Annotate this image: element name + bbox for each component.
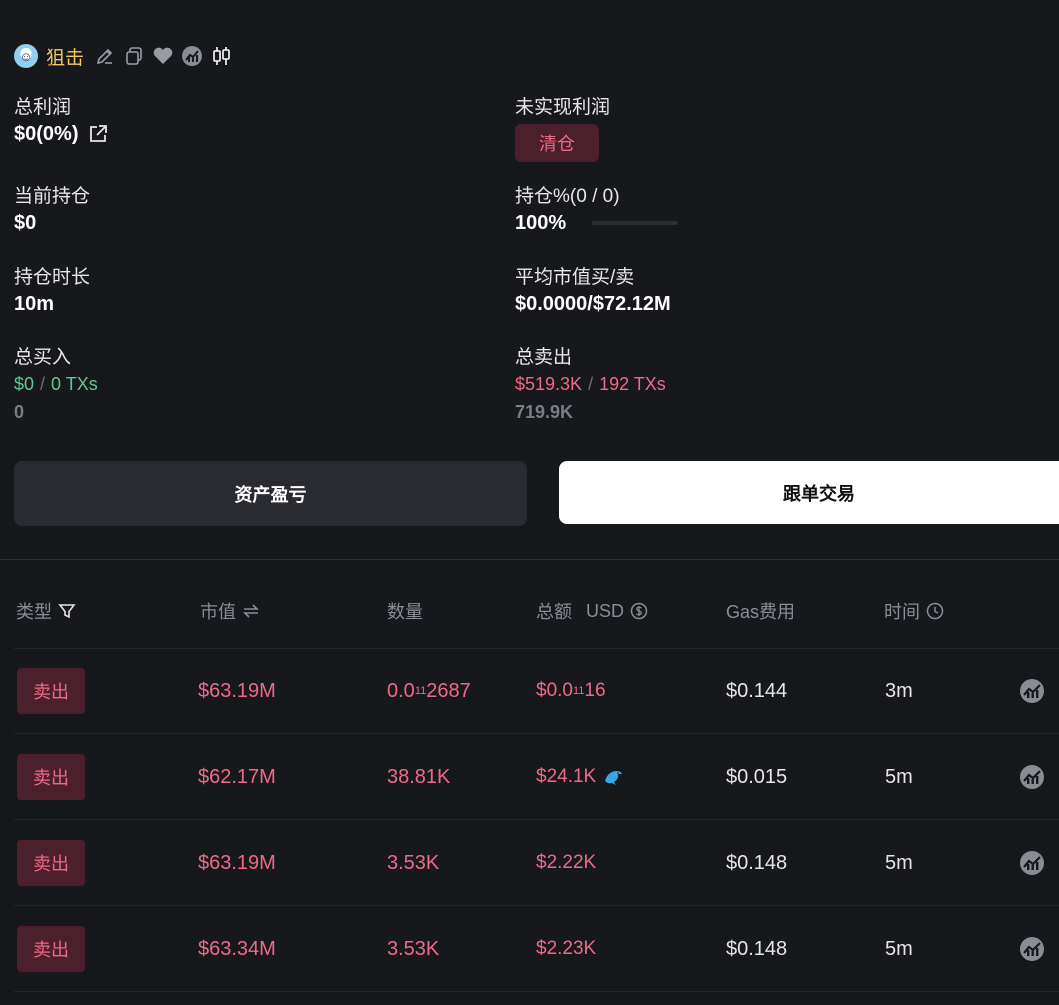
current-position-label: 当前持仓 — [14, 186, 91, 207]
current-position-value: $0 — [14, 212, 37, 234]
avg-market-cap-value: $0.0000/$72.12M — [515, 293, 671, 315]
row-total: $0.0 11 16 — [536, 680, 606, 701]
zero-count: 11 — [572, 685, 585, 697]
copy-icon[interactable] — [123, 45, 145, 67]
avg-market-cap: 平均市值买/卖 $0.0000/$72.12M — [515, 266, 671, 318]
row-time: 5m — [885, 937, 913, 960]
row-quantity: 3.53K — [387, 937, 440, 960]
table-row[interactable]: 卖出 $63.34M 3.53K $2.23K $0.148 5m — [0, 906, 1059, 992]
total-buy-sep: / — [40, 374, 46, 394]
chart-link-icon[interactable] — [1019, 678, 1045, 704]
row-market-cap: $63.19M — [198, 851, 276, 874]
zero-count: 11 — [414, 685, 427, 697]
header: ☺ 狙击 — [14, 42, 239, 70]
hold-time: 持仓时长 10m — [14, 266, 90, 318]
row-time: 3m — [885, 679, 913, 702]
total-profit-label: 总利润 — [14, 97, 72, 118]
column-total[interactable]: 总额 USD — [536, 598, 648, 624]
column-type[interactable]: 类型 — [16, 598, 76, 624]
column-time[interactable]: 时间 — [884, 598, 944, 624]
column-quantity: 数量 — [387, 602, 423, 622]
tab-pnl[interactable]: 资产盈亏 — [14, 461, 527, 526]
total-buy-txs: 0 TXs — [51, 374, 98, 394]
chart-link-icon[interactable] — [1019, 936, 1045, 962]
unrealized-profit-label: 未实现利润 — [515, 97, 611, 118]
swap-icon[interactable] — [242, 602, 260, 620]
table-row[interactable]: 卖出 $62.17M 38.81K $24.1K $0.015 5m — [0, 734, 1059, 820]
total-sell-sub: 719.9K — [515, 402, 574, 422]
row-market-cap: $62.17M — [198, 765, 276, 788]
total-buy: 总买入 $0/0 TXs 0 — [14, 346, 98, 426]
wallet-name: 狙击 — [46, 47, 85, 69]
table-row[interactable]: 卖出 $63.19M 0.0 11 2687 $0.0 11 16 $0.144 3m — [0, 648, 1059, 734]
chart-logo-icon[interactable] — [181, 45, 203, 67]
chart-link-icon[interactable] — [1019, 764, 1045, 790]
table-row[interactable]: 卖出 $63.19M 3.53K $2.22K $0.148 5m — [0, 820, 1059, 906]
filter-icon[interactable] — [58, 602, 76, 620]
external-link-icon[interactable] — [88, 124, 108, 144]
total-buy-label: 总买入 — [14, 347, 72, 368]
row-quantity: 38.81K — [387, 765, 451, 788]
hold-time-value: 10m — [14, 293, 55, 315]
sell-badge: 卖出 — [17, 840, 85, 886]
total-sell-label: 总卖出 — [515, 347, 573, 368]
row-time: 5m — [885, 765, 913, 788]
column-gas: Gas费用 — [726, 602, 796, 622]
divider — [0, 559, 1059, 560]
total-profit: 总利润 $0(0%) — [14, 96, 108, 148]
row-gas: $0.148 — [726, 937, 788, 960]
row-total: $2.23K — [536, 938, 597, 959]
row-quantity: 0.0 11 2687 — [387, 679, 471, 702]
row-divider — [14, 991, 1059, 992]
clock-icon[interactable] — [926, 602, 944, 620]
clear-position-button[interactable]: 清仓 — [515, 124, 599, 162]
row-market-cap: $63.34M — [198, 937, 276, 960]
position-progress-bar — [592, 221, 679, 225]
position-percent-label: 持仓%(0 / 0) — [515, 186, 620, 207]
sell-badge: 卖出 — [17, 926, 85, 972]
position-percent: 持仓%(0 / 0) 100% — [515, 185, 679, 237]
total-buy-sub: 0 — [14, 402, 25, 422]
total-profit-value: $0(0%) — [14, 123, 79, 145]
total-sell-txs: 192 TXs — [599, 374, 666, 394]
avg-market-cap-label: 平均市值买/卖 — [515, 267, 635, 288]
row-gas: $0.148 — [726, 851, 788, 874]
edit-icon[interactable] — [94, 45, 116, 67]
dolphin-icon — [602, 767, 624, 787]
row-quantity: 3.53K — [387, 851, 440, 874]
avatar[interactable]: ☺ — [14, 44, 38, 68]
current-position: 当前持仓 $0 — [14, 185, 90, 237]
wallet-trade-panel: ☺ 狙击 总利润 $0(0%) 当前持仓 $0 持仓时长 10m 总买入 $0 … — [0, 0, 1059, 1005]
position-percent-value: 100% — [515, 212, 567, 234]
total-buy-amount: $0 — [14, 374, 35, 394]
row-total: $24.1K — [536, 734, 624, 820]
column-market-cap[interactable]: 市值 — [200, 598, 260, 624]
total-sell-amount: $519.3K — [515, 374, 583, 394]
unrealized-profit: 未实现利润 清仓 — [515, 96, 610, 162]
chart-link-icon[interactable] — [1019, 850, 1045, 876]
tab-copy-trade[interactable]: 跟单交易 — [559, 461, 1059, 524]
total-sell-sep: / — [588, 374, 594, 394]
row-total: $2.22K — [536, 852, 597, 873]
total-sell: 总卖出 $519.3K/192 TXs 719.9K — [515, 346, 666, 426]
row-market-cap: $63.19M — [198, 679, 276, 702]
candlestick-icon[interactable] — [210, 45, 232, 67]
heart-icon[interactable] — [152, 45, 174, 67]
row-gas: $0.144 — [726, 679, 788, 702]
row-gas: $0.015 — [726, 765, 788, 788]
currency-unit[interactable]: USD — [586, 601, 624, 622]
sell-badge: 卖出 — [17, 668, 85, 714]
hold-time-label: 持仓时长 — [14, 267, 91, 288]
row-time: 5m — [885, 851, 913, 874]
currency-toggle-icon[interactable] — [630, 602, 648, 620]
sell-badge: 卖出 — [17, 754, 85, 800]
